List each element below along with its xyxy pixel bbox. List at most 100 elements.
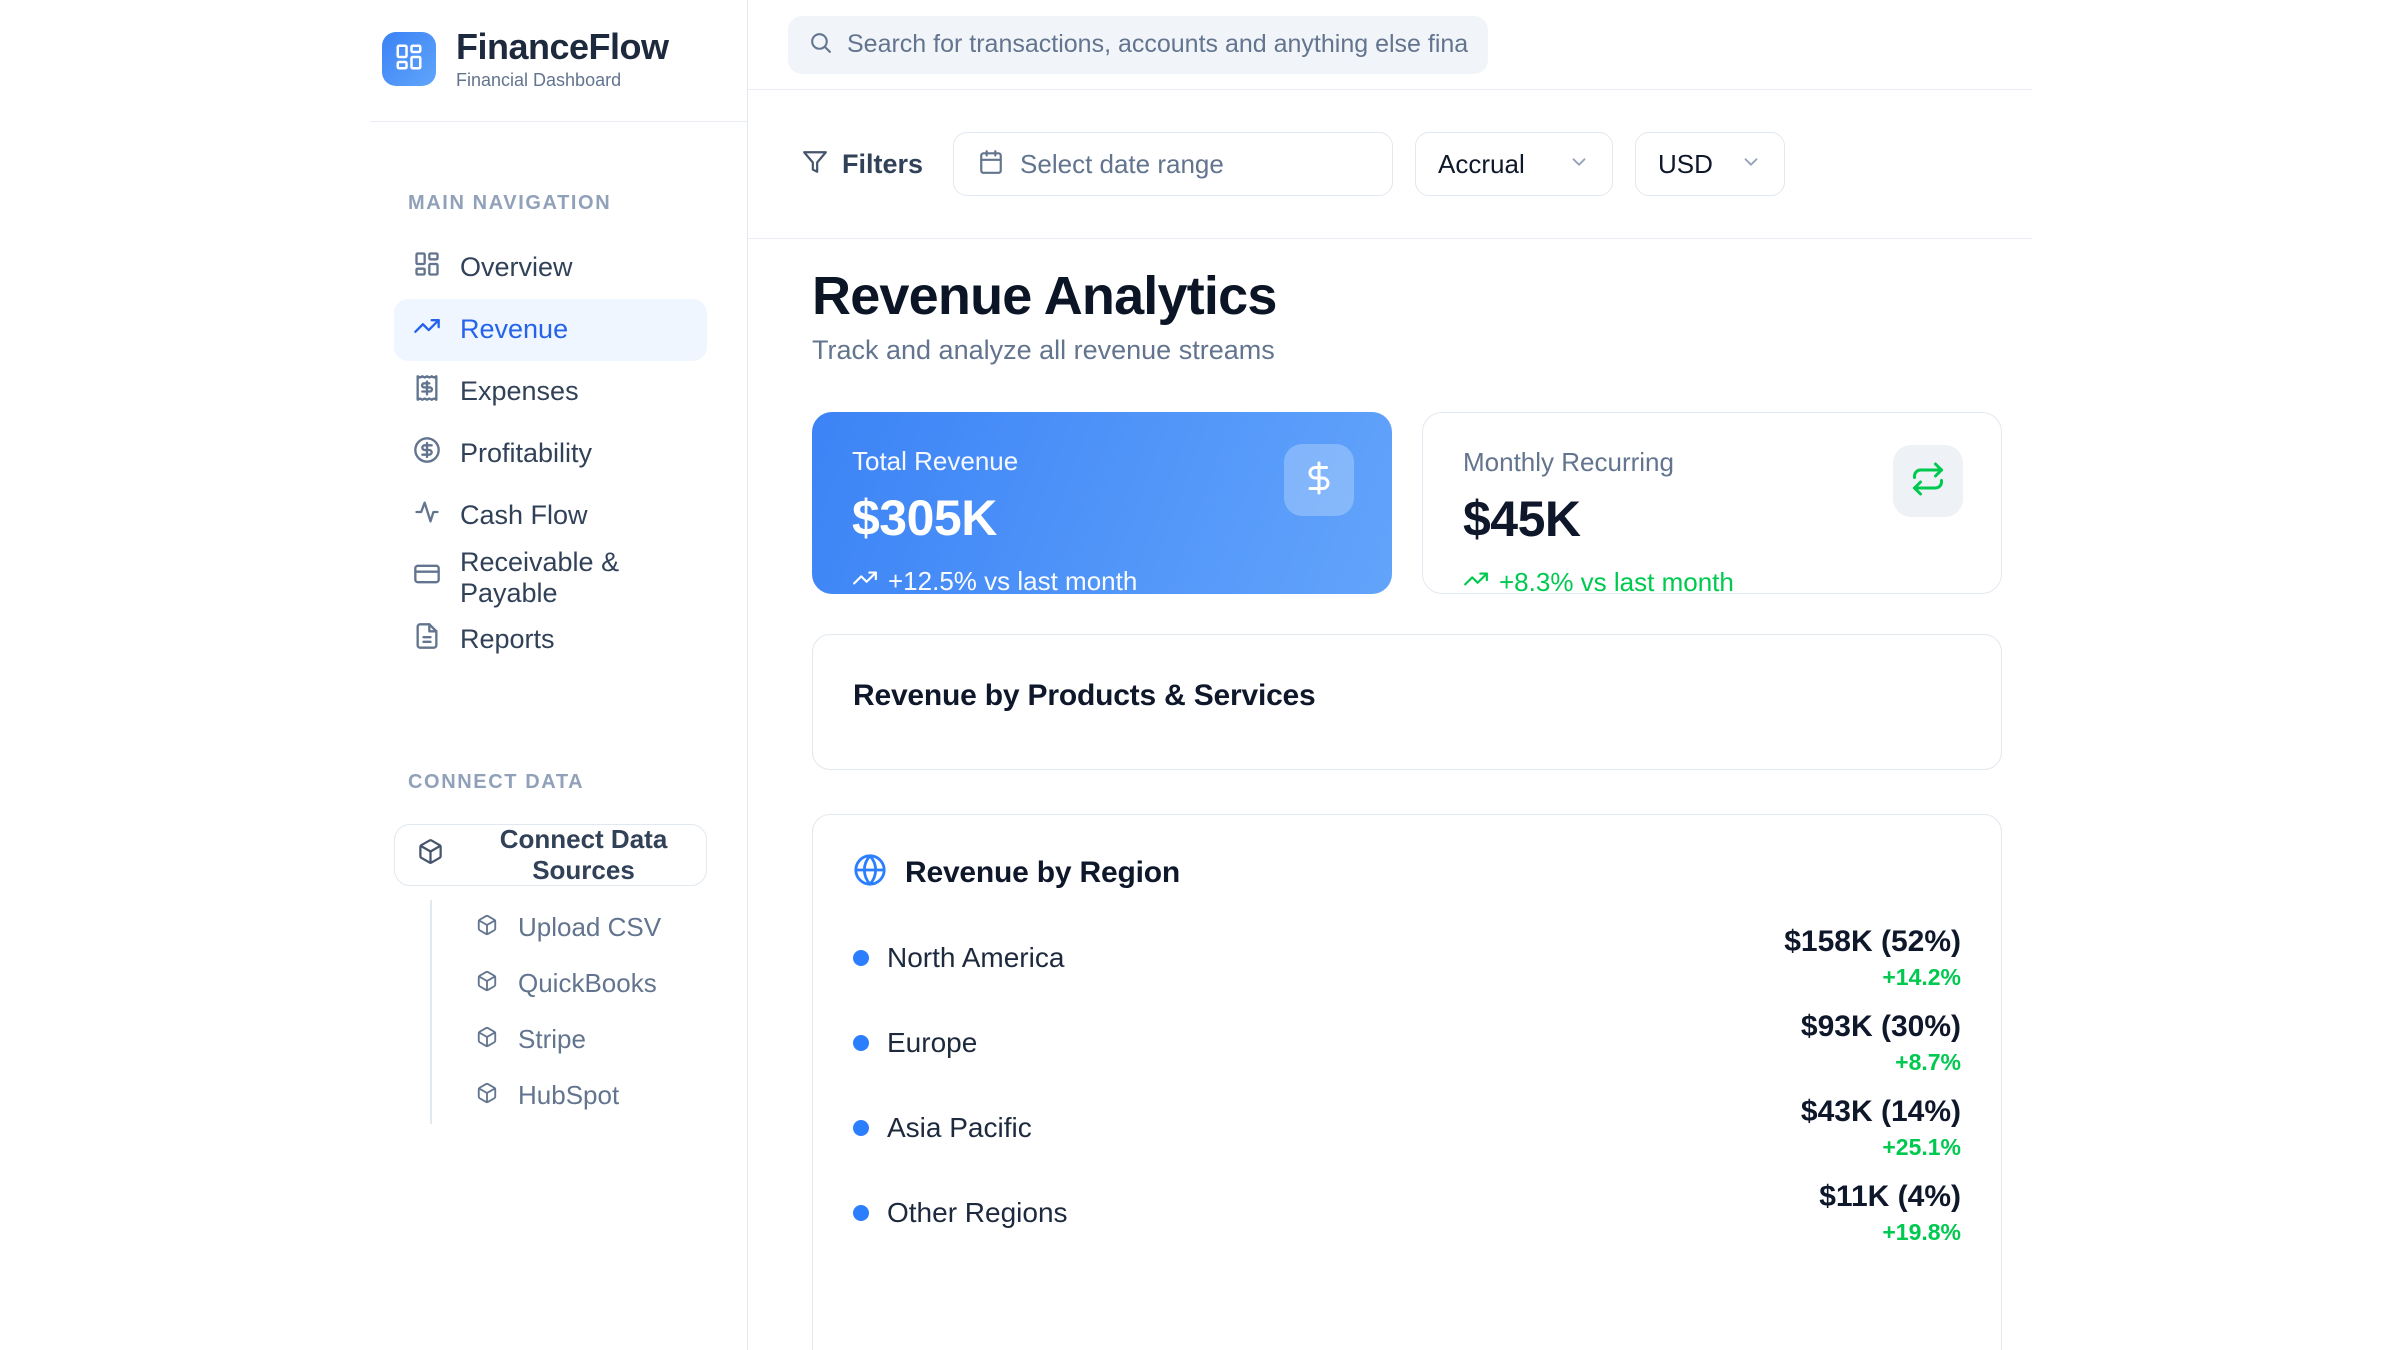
region-growth: +8.7%: [1801, 1049, 1961, 1076]
stat-value: $45K: [1463, 490, 1961, 548]
stat-value: $305K: [852, 489, 1352, 547]
date-range-input[interactable]: Select date range: [953, 132, 1393, 196]
currency-value: USD: [1658, 149, 1713, 180]
activity-icon: [413, 498, 441, 533]
stat-badge: [1893, 445, 1963, 517]
sidebar-item-label: Overview: [460, 252, 573, 283]
connect-button-label: Connect Data Sources: [461, 824, 706, 886]
credit-card-icon: [413, 560, 441, 595]
filters-toggle[interactable]: Filters: [802, 149, 923, 180]
stat-label: Monthly Recurring: [1463, 447, 1961, 478]
sidebar-item-label: Expenses: [460, 376, 579, 407]
page-title: Revenue Analytics: [812, 265, 2002, 327]
trending-up-icon: [852, 565, 878, 598]
region-value: $43K (14%): [1801, 1095, 1961, 1129]
region-dot: [853, 1035, 869, 1051]
calendar-icon: [978, 149, 1004, 180]
region-name: North America: [887, 942, 1064, 974]
region-value: $93K (30%): [1801, 1010, 1961, 1044]
package-icon: [417, 838, 444, 872]
repeat-icon: [1910, 461, 1946, 502]
chevron-down-icon: [1568, 151, 1590, 178]
receipt-icon: [413, 374, 441, 409]
package-icon: [476, 1024, 498, 1055]
region-row-right: $158K (52%) +14.2%: [1784, 925, 1961, 991]
accounting-basis-value: Accrual: [1438, 149, 1525, 180]
trending-up-icon: [1463, 566, 1489, 599]
filter-bar: Filters Select date range Accrual USD: [748, 90, 2032, 239]
sidebar-item-label: Receivable & Payable: [460, 547, 707, 609]
products-panel-title: Revenue by Products & Services: [853, 679, 1961, 713]
region-row-europe: Europe $93K (30%) +8.7%: [853, 1011, 1961, 1075]
connect-data-sources-button[interactable]: Connect Data Sources: [394, 824, 707, 886]
dashboard-grid-icon: [413, 250, 441, 285]
package-icon: [476, 912, 498, 943]
stats-grid: Total Revenue $305K +12.5% vs last month…: [812, 412, 2002, 594]
region-row-left: Asia Pacific: [853, 1112, 1032, 1144]
sidebar-item-overview[interactable]: Overview: [394, 237, 707, 299]
sidebar-item-revenue[interactable]: Revenue: [394, 299, 707, 361]
sidebar-item-cash-flow[interactable]: Cash Flow: [394, 485, 707, 547]
region-value: $158K (52%): [1784, 925, 1961, 959]
sidebar-item-reports[interactable]: Reports: [394, 609, 707, 671]
connect-item-label: QuickBooks: [518, 968, 657, 999]
brand-name: FinanceFlow: [456, 28, 669, 66]
page-content: Revenue Analytics Track and analyze all …: [748, 239, 2032, 1350]
connect-item-label: HubSpot: [518, 1080, 619, 1111]
region-row-asia-pacific: Asia Pacific $43K (14%) +25.1%: [853, 1096, 1961, 1160]
connect-data-tree: Upload CSV QuickBooks Stripe HubSpot: [430, 900, 747, 1124]
sidebar-item-label: Cash Flow: [460, 500, 588, 531]
region-growth: +25.1%: [1801, 1134, 1961, 1161]
accounting-basis-select[interactable]: Accrual: [1415, 132, 1613, 196]
brand: FinanceFlow Financial Dashboard: [370, 0, 747, 122]
region-name: Asia Pacific: [887, 1112, 1032, 1144]
revenue-by-products-panel: Revenue by Products & Services: [812, 634, 2002, 770]
sidebar-item-expenses[interactable]: Expenses: [394, 361, 707, 423]
sidebar-item-profitability[interactable]: Profitability: [394, 423, 707, 485]
region-growth: +14.2%: [1784, 964, 1961, 991]
topbar: [748, 0, 2032, 90]
connect-item-upload-csv[interactable]: Upload CSV: [476, 900, 747, 956]
funnel-icon: [802, 149, 828, 180]
region-rows: North America $158K (52%) +14.2% Europe: [853, 926, 1961, 1245]
app-root: FinanceFlow Financial Dashboard MAIN NAV…: [0, 0, 2400, 1350]
region-row-right: $43K (14%) +25.1%: [1801, 1095, 1961, 1161]
sidebar-item-label: Reports: [460, 624, 555, 655]
currency-select[interactable]: USD: [1635, 132, 1785, 196]
package-icon: [476, 968, 498, 999]
sidebar-item-receivable-payable[interactable]: Receivable & Payable: [394, 547, 707, 609]
chevron-down-icon: [1740, 151, 1762, 178]
region-growth: +19.8%: [1819, 1219, 1961, 1246]
package-icon: [476, 1080, 498, 1111]
sidebar-item-label: Revenue: [460, 314, 568, 345]
total-revenue-card: Total Revenue $305K +12.5% vs last month: [812, 412, 1392, 594]
stat-trend-text: +8.3% vs last month: [1499, 567, 1734, 598]
region-name: Europe: [887, 1027, 977, 1059]
region-row-right: $93K (30%) +8.7%: [1801, 1010, 1961, 1076]
connect-item-stripe[interactable]: Stripe: [476, 1012, 747, 1068]
region-dot: [853, 1205, 869, 1221]
stat-trend: +12.5% vs last month: [852, 565, 1352, 598]
stat-trend-text: +12.5% vs last month: [888, 566, 1137, 597]
connect-item-hubspot[interactable]: HubSpot: [476, 1068, 747, 1124]
sidebar: FinanceFlow Financial Dashboard MAIN NAV…: [0, 0, 748, 1350]
region-dot: [853, 1120, 869, 1136]
connect-item-label: Stripe: [518, 1024, 586, 1055]
trending-up-icon: [413, 312, 441, 347]
region-value: $11K (4%): [1819, 1180, 1961, 1214]
region-dot: [853, 950, 869, 966]
connect-item-label: Upload CSV: [518, 912, 661, 943]
nav-section-label: MAIN NAVIGATION: [370, 192, 747, 215]
revenue-by-region-panel: Revenue by Region North America $158K (5…: [812, 814, 2002, 1350]
connect-item-quickbooks[interactable]: QuickBooks: [476, 956, 747, 1012]
stat-trend: +8.3% vs last month: [1463, 566, 1961, 599]
stat-badge: [1284, 444, 1354, 516]
page-subtitle: Track and analyze all revenue streams: [812, 335, 2002, 366]
region-row-right: $11K (4%) +19.8%: [1819, 1180, 1961, 1246]
monthly-recurring-card: Monthly Recurring $45K +8.3% vs last mon…: [1422, 412, 2002, 594]
main-navigation: Overview Revenue Expenses Profitability …: [394, 237, 707, 671]
region-panel-title: Revenue by Region: [905, 856, 1180, 890]
search-input[interactable]: [847, 30, 1468, 59]
brand-tagline: Financial Dashboard: [456, 70, 669, 91]
dashboard-grid-icon: [394, 42, 424, 77]
